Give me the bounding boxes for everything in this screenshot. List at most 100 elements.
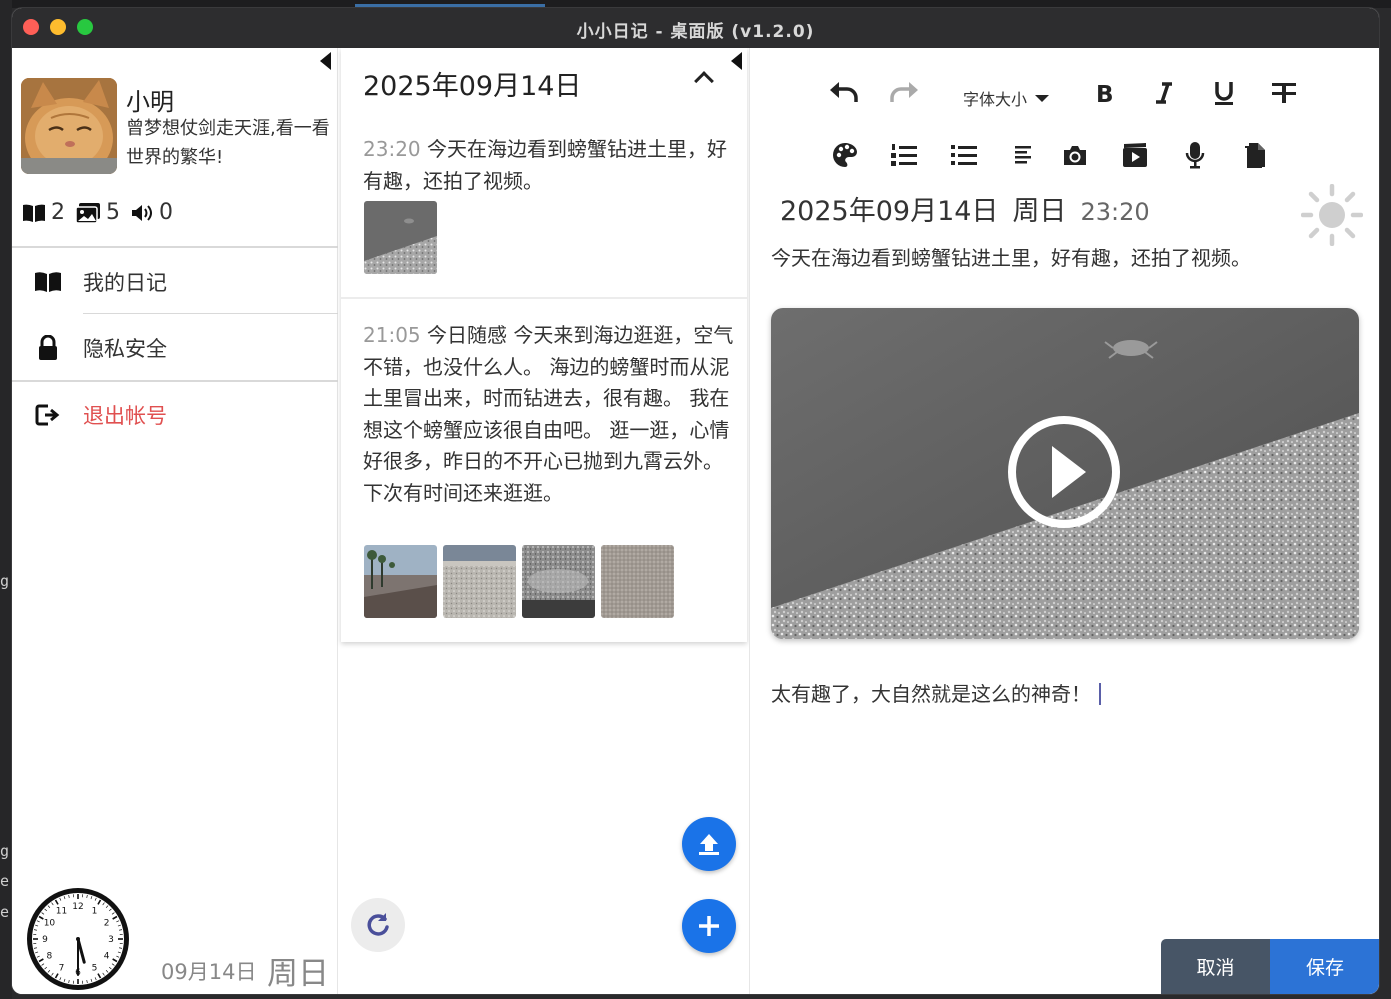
entry-thumbnail[interactable] [364, 201, 437, 274]
images-icon [75, 202, 100, 224]
background-glyph: e [0, 872, 10, 890]
undo-icon[interactable] [827, 77, 861, 111]
menu-label: 退出帐号 [83, 404, 167, 428]
list-date-header: 2025年09月14日 [363, 71, 582, 102]
entry-time: 23:20 [1080, 198, 1150, 226]
menu-label: 我的日记 [83, 271, 167, 295]
entry-thumbnail[interactable] [443, 545, 516, 618]
diary-day-card: 2025年09月14日 23:20 今天在海边看到螃蟹钻进土里，好有趣，还拍了视… [341, 48, 747, 642]
entry-divider [341, 297, 747, 299]
entry-time: 23:20 [363, 137, 421, 161]
entry-date: 2025年09月14日 [780, 196, 999, 227]
microphone-icon[interactable] [1178, 138, 1212, 172]
chevron-up-icon[interactable] [694, 71, 714, 91]
diary-count: 2 [51, 200, 65, 225]
background-glyph: g [0, 572, 10, 590]
desktop-tab-accent [355, 4, 545, 7]
italic-icon[interactable] [1147, 76, 1181, 110]
clock-number: 12 [72, 902, 83, 912]
title-bar: 小小日记 - 桌面版 (v1.2.0) [12, 8, 1379, 48]
book-icon [23, 204, 45, 222]
video-icon[interactable] [1118, 138, 1152, 172]
book-open-icon [34, 268, 62, 296]
divider [12, 246, 338, 248]
clock-number: 10 [44, 919, 56, 929]
refresh-button[interactable] [351, 898, 405, 952]
diary-count-stat: 2 [22, 200, 65, 225]
editor-paragraph[interactable]: 今天在海边看到螃蟹钻进土里，好有趣，还拍了视频。 [771, 242, 1251, 271]
list-item[interactable]: 23:20 今天在海边看到螃蟹钻进土里，好有趣，还拍了视频。 [363, 134, 735, 197]
sidebar: 小明 曾梦想仗剑走天涯,看一看世界的繁华! 2 5 0 我的日记 隐私安全 退出… [12, 48, 338, 994]
editor-paragraph-text: 太有趣了，大自然就是这么的神奇！ [771, 682, 1091, 706]
entry-weekday: 周日 [1012, 196, 1067, 227]
add-entry-button[interactable] [682, 899, 736, 953]
video-player[interactable] [771, 308, 1359, 639]
entry-thumbnail[interactable] [601, 545, 674, 618]
editor-panel: 字体大小 B 2025年09月14日 周日 23:20 今天在海边看到螃蟹钻进土… [731, 48, 1379, 994]
cancel-button[interactable]: 取消 [1161, 939, 1270, 994]
footer-weekday: 周日 [267, 956, 329, 992]
clock-number: 7 [59, 964, 65, 974]
camera-icon[interactable] [1058, 138, 1092, 172]
editor-paragraph[interactable]: 太有趣了，大自然就是这么的神奇！ [771, 678, 1101, 707]
menu-privacy[interactable]: 隐私安全 [12, 318, 338, 378]
attachment-icon[interactable] [1238, 138, 1272, 172]
desktop-top-bar [0, 0, 1391, 8]
entry-thumbnail[interactable] [522, 545, 595, 618]
entry-text: 今日随感 今天来到海边逛逛，空气不错，也没什么人。 海边的螃蟹时而从泥土里冒出来… [363, 323, 734, 505]
sun-icon[interactable] [1301, 184, 1363, 246]
menu-logout[interactable]: 退出帐号 [12, 385, 338, 445]
font-size-label: 字体大小 [963, 90, 1028, 109]
app-window: 小小日记 - 桌面版 (v1.2.0) 小明 曾梦想仗剑走天涯,看一看世界的繁华… [12, 8, 1379, 994]
audio-count-stat: 0 [130, 200, 173, 225]
svg-text:B: B [1096, 82, 1114, 105]
underline-icon[interactable] [1207, 76, 1241, 110]
clock-number: 4 [104, 952, 110, 962]
upload-button[interactable] [682, 817, 736, 871]
user-name: 小明 [126, 88, 174, 116]
caret-down-icon [1035, 94, 1050, 102]
clock-number: 2 [104, 919, 110, 929]
background-glyph: g [0, 842, 10, 860]
entry-thumbnail[interactable] [364, 545, 437, 618]
font-size-select[interactable]: 字体大小 [963, 86, 1050, 110]
palette-icon[interactable] [828, 138, 862, 172]
clock-number: 1 [92, 906, 98, 916]
divider [12, 380, 338, 382]
plus-icon [699, 916, 719, 936]
image-count: 5 [106, 200, 120, 225]
text-cursor [1099, 683, 1101, 705]
window-title: 小小日记 - 桌面版 (v1.2.0) [576, 22, 815, 42]
align-left-icon[interactable] [1007, 138, 1041, 172]
menu-my-diary[interactable]: 我的日记 [12, 252, 338, 312]
collapse-sidebar-icon[interactable] [320, 52, 331, 70]
clock-number: 9 [42, 935, 48, 945]
divider [83, 313, 338, 314]
audio-count: 0 [159, 200, 173, 225]
logout-icon [34, 401, 62, 429]
bullet-list-icon[interactable] [947, 138, 981, 172]
ordered-list-icon[interactable] [887, 138, 921, 172]
save-button[interactable]: 保存 [1270, 939, 1379, 994]
list-item[interactable]: 21:05 今日随感 今天来到海边逛逛，空气不错，也没什么人。 海边的螃蟹时而从… [363, 320, 735, 509]
speaker-icon [132, 204, 152, 221]
diary-list-panel: 2025年09月14日 23:20 今天在海边看到螃蟹钻进土里，好有趣，还拍了视… [339, 48, 749, 994]
entry-time: 21:05 [363, 323, 421, 347]
redo-icon[interactable] [887, 77, 921, 111]
desktop-background-strip: g g e e [0, 0, 12, 999]
lock-icon [34, 334, 62, 362]
upload-icon [699, 834, 719, 855]
clock-number: 3 [108, 935, 114, 945]
collapse-list-icon[interactable] [731, 52, 742, 70]
strikethrough-icon[interactable] [1267, 76, 1301, 110]
menu-label: 隐私安全 [83, 337, 167, 361]
user-motto: 曾梦想仗剑走天涯,看一看世界的繁华! [126, 118, 330, 168]
refresh-icon [367, 913, 389, 936]
avatar[interactable] [21, 78, 117, 174]
stats-bar: 2 5 0 [22, 200, 173, 225]
bold-icon[interactable]: B [1087, 76, 1121, 110]
background-glyph: e [0, 903, 10, 921]
entry-date-line: 2025年09月14日 周日 23:20 [780, 189, 1164, 228]
analog-clock: 123456789101112 [27, 888, 129, 990]
clock-number: 8 [47, 952, 53, 962]
